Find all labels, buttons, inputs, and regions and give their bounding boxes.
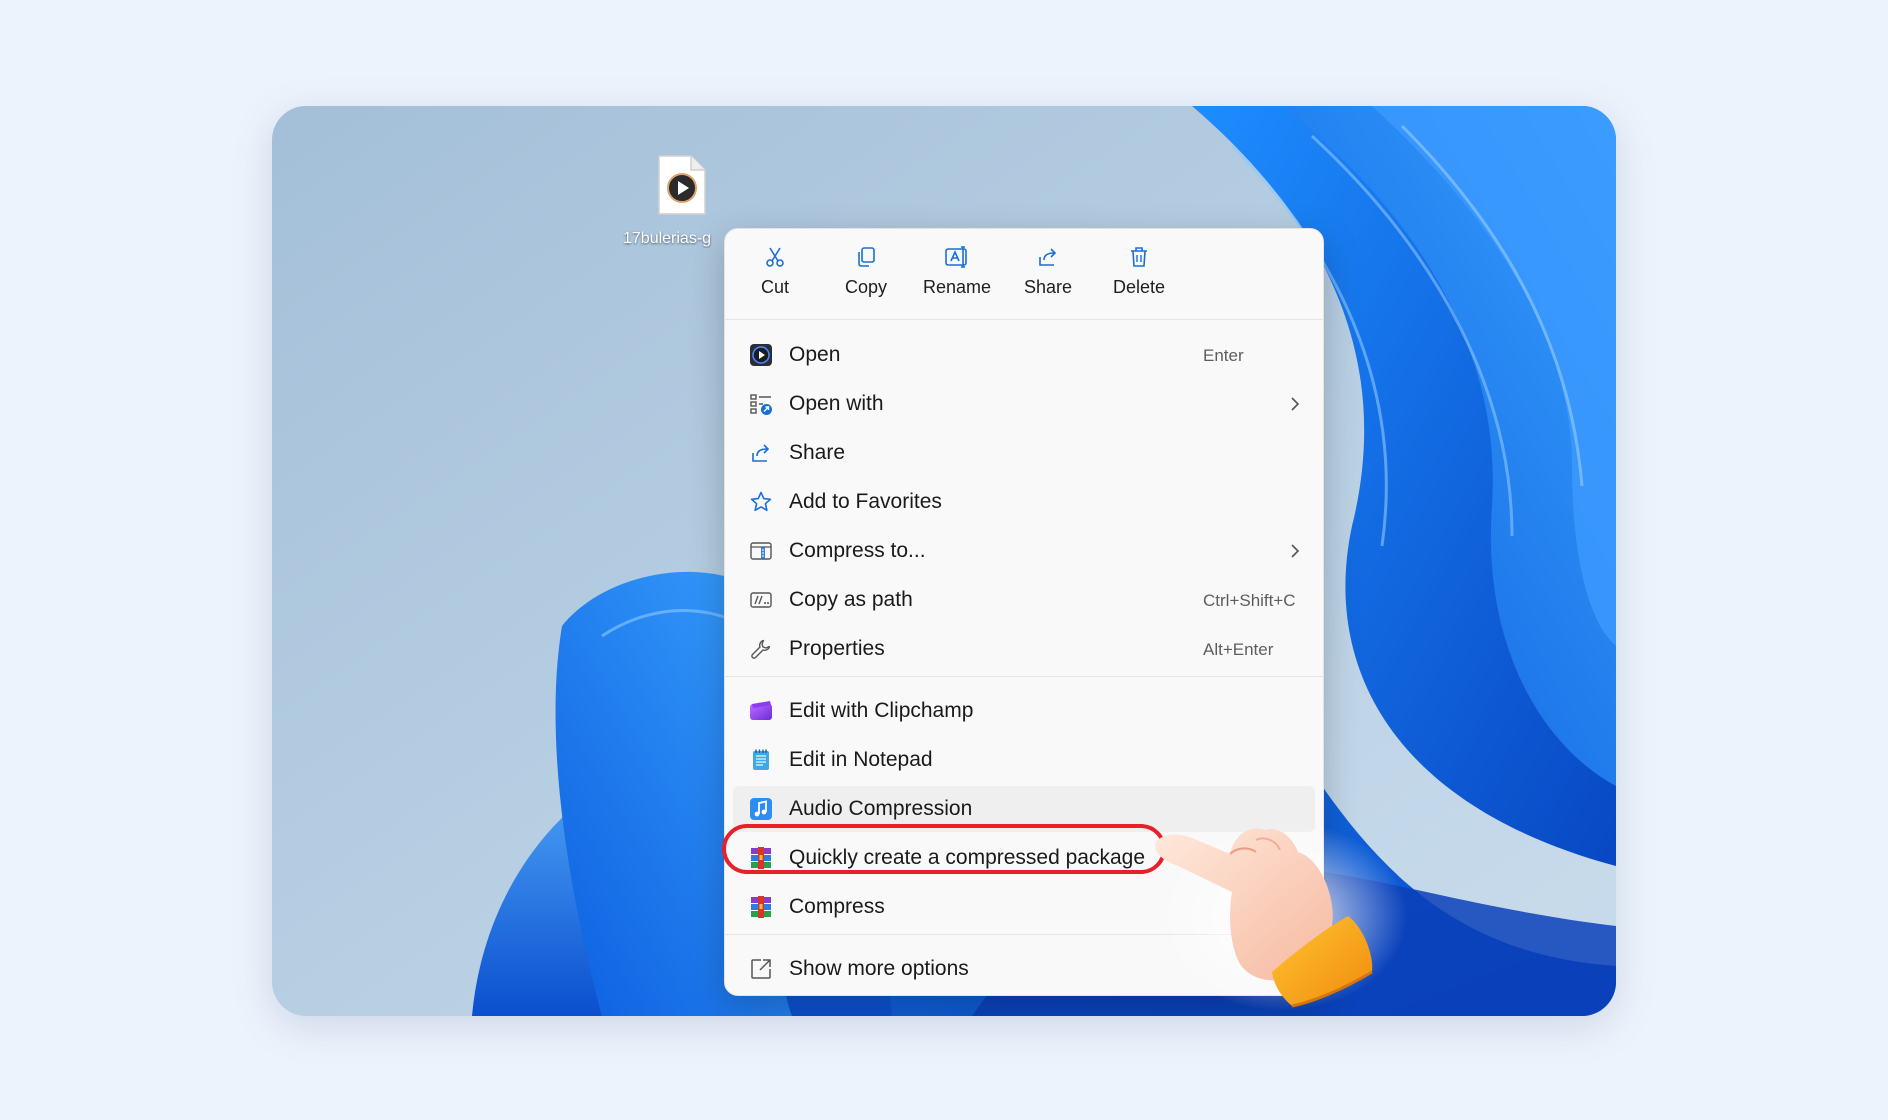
zip-folder-icon [750,542,772,560]
menu-divider [725,319,1323,320]
media-player-icon [750,344,772,366]
cut-label: Cut [760,277,789,297]
quick-actions-bar: Cut Copy Rename Share Delete [725,229,1323,319]
copy-label: Copy [844,277,888,297]
share-icon [752,444,770,462]
menu-item-copy-as-path[interactable]: Copy as path Ctrl+Shift+C [733,577,1315,623]
rename-button[interactable]: Rename [915,245,999,311]
menu-item-label: Add to Favorites [789,490,942,513]
menu-item-label: Open with [789,392,884,415]
archive-icon [751,847,771,869]
notepad-icon [753,749,769,770]
menu-item-edit-in-notepad[interactable]: Edit in Notepad [733,737,1315,783]
shortcut-text: Alt+Enter [1203,640,1274,659]
menu-item-edit-with-clipchamp[interactable]: Edit with Clipchamp [733,688,1315,734]
menu-divider [725,676,1323,677]
chevron-right-icon [1291,397,1300,411]
open-with-icon [750,394,772,415]
menu-item-share[interactable]: Share [733,430,1315,476]
rename-label: Rename [922,277,992,297]
menu-item-label: Properties [789,637,885,660]
delete-label: Delete [1112,277,1166,297]
menu-item-label: Open [789,343,841,366]
share-icon [1039,248,1057,266]
menu-item-label: Quickly create a compressed package [789,846,1146,869]
menu-item-label: Show more options [789,957,969,980]
menu-item-label: Compress [789,895,885,918]
delete-button[interactable]: Delete [1097,245,1181,311]
share-label: Share [1023,277,1073,297]
file-name-label: 17bulerias-g [623,230,712,247]
desktop-screenshot: 17bulerias-g Cut Copy Rename Share Delet… [272,106,1616,1016]
menu-item-label: Share [789,441,846,464]
audio-compression-icon [750,798,772,820]
shortcut-text: Enter [1203,346,1244,365]
menu-item-label: Compress to... [789,539,926,562]
shortcut-text: Ctrl+Shift+C [1203,591,1296,610]
menu-item-open-with[interactable]: Open with [733,381,1315,427]
menu-item-properties[interactable]: Properties Alt+Enter [733,626,1315,672]
chevron-right-icon [1291,544,1300,558]
media-file-icon[interactable] [657,154,707,216]
copy-icon [858,247,875,267]
menu-item-label: Copy as path [789,588,913,611]
archive-icon [751,896,771,918]
menu-item-compress-to[interactable]: Compress to... [733,528,1315,574]
pointing-hand-icon [1155,821,1407,1011]
menu-item-add-to-favorites[interactable]: Add to Favorites [733,479,1315,525]
menu-item-label: Edit in Notepad [789,748,933,771]
wrench-icon [751,639,771,659]
trash-icon [1131,247,1147,267]
show-more-icon [751,959,771,979]
cut-button[interactable]: Cut [733,245,817,311]
share-quick-button[interactable]: Share [1006,245,1090,311]
menu-item-open[interactable]: Open Enter [733,332,1315,378]
menu-item-label: Audio Compression [789,797,973,820]
copy-button[interactable]: Copy [824,245,908,311]
clipchamp-icon [750,701,772,720]
copy-path-icon [750,592,772,608]
rename-icon [945,246,967,268]
menu-item-label: Edit with Clipchamp [789,699,974,722]
star-icon [750,491,772,512]
scissors-icon [766,247,784,267]
